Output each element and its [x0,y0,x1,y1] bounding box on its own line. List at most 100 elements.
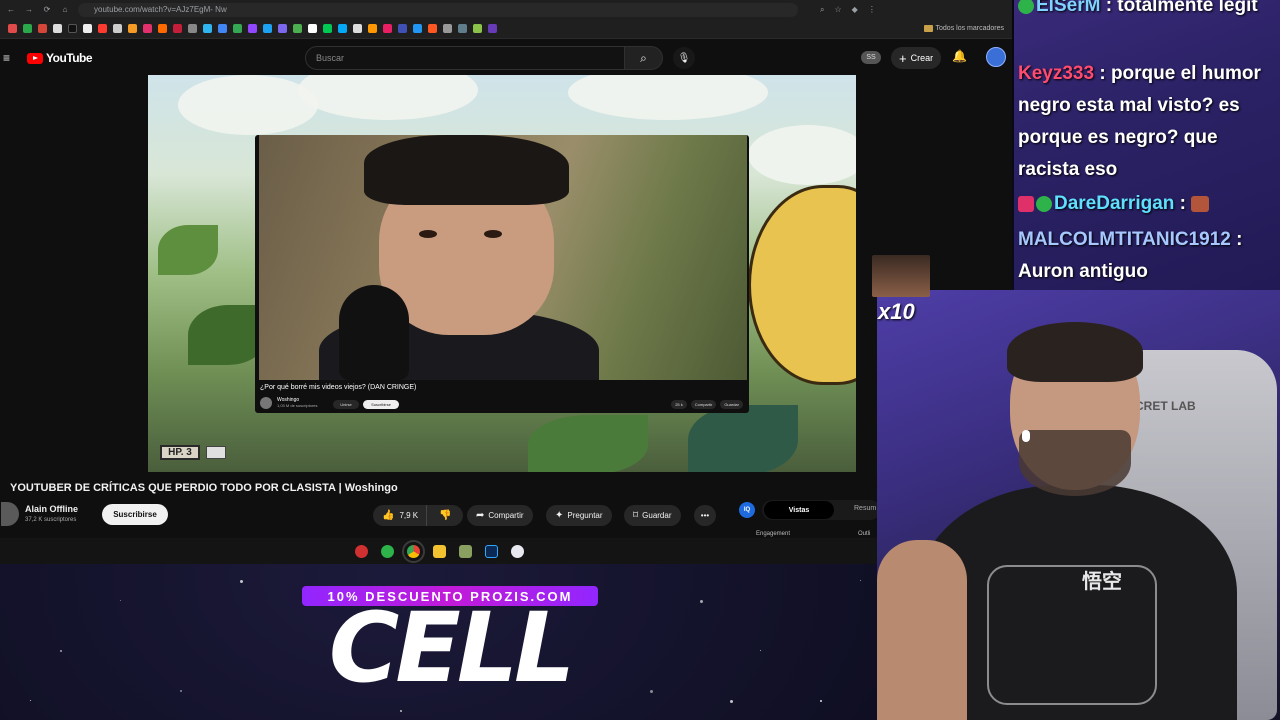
bookmark-icon[interactable] [398,24,407,33]
photoshop-icon[interactable] [484,544,498,558]
home-icon[interactable]: ⌂ [60,5,70,14]
bookmark-icon[interactable] [488,24,497,33]
notifications-bell-icon[interactable]: 🔔 [952,49,967,63]
extension-icon[interactable]: ◆ [852,5,858,15]
tab-summary[interactable]: Resum [854,505,876,512]
star-shape [30,700,31,701]
app-icon[interactable] [458,544,472,558]
share-icon: ➦ [476,510,485,521]
gmail-icon[interactable] [38,24,47,33]
extensions-area: ⌕ ☆ ◆ ⋮ [820,5,876,15]
dislike-button[interactable]: 👎 [431,510,459,521]
all-bookmarks-folder[interactable]: Todos los marcadores [923,25,1004,32]
more-actions-button[interactable]: ••• [694,505,716,526]
ss-badge[interactable]: SS [861,51,881,64]
tiktok-icon[interactable] [68,24,77,33]
cloud-shape [568,75,768,120]
bookmark-icon[interactable] [413,24,422,33]
x10-emote: x10 [872,255,930,325]
overlay-big-text: CELL [328,592,575,704]
search-button[interactable]: ⌕ [625,46,663,70]
back-icon[interactable]: ← [6,5,16,14]
inner-likes: 25 k [671,400,687,409]
bookmark-icon[interactable] [158,24,167,33]
star-shape [730,700,733,703]
chat-text: : [1174,193,1192,214]
bookmark-icon[interactable] [278,24,287,33]
bookmark-icon[interactable] [383,24,392,33]
tab-views[interactable]: Vistas [764,501,834,519]
bookmark-icon[interactable] [353,24,362,33]
forward-icon[interactable]: → [24,5,34,14]
account-avatar[interactable] [986,47,1006,67]
zoom-icon[interactable]: ⌕ [820,5,824,15]
bookmark-icon[interactable] [8,24,17,33]
like-button[interactable]: 👍 7,9 K [373,505,428,526]
bookmark-icon[interactable] [293,24,302,33]
voice-search-button[interactable]: 🎙 [673,47,695,69]
youtube-bookmark-icon[interactable] [98,24,107,33]
hp-indicator: HP. 3 [160,445,200,460]
bookmark-icon[interactable] [443,24,452,33]
os-taskbar [0,538,878,564]
bookmark-icon[interactable] [173,24,182,33]
bookmark-icon[interactable] [188,24,197,33]
video-player[interactable]: HP. 3 ¿Por qué borré mis videos viejos? … [148,75,856,472]
chrome-icon[interactable] [401,539,425,563]
emote-image [872,255,930,297]
hamburger-menu-icon[interactable]: ≡ [3,51,15,65]
ask-button[interactable]: ✦ Preguntar [546,505,612,526]
bookmark-icon[interactable] [128,24,137,33]
app-icon[interactable] [510,544,524,558]
star-shape [240,580,243,583]
address-bar[interactable]: youtube.com/watch?v=AJz7EgM- Nw [78,2,798,17]
search-input[interactable] [305,46,625,70]
bookmark-icon[interactable] [263,24,272,33]
channel-name[interactable]: Alain Offline [25,504,78,514]
star-shape [180,690,182,692]
bookmark-icon[interactable] [53,24,62,33]
bookmark-icon[interactable] [428,24,437,33]
bookmark-icon[interactable] [308,24,317,33]
bookmark-icon[interactable] [83,24,92,33]
instagram-icon[interactable] [143,24,152,33]
inner-subscribe-button: Suscribirse [363,400,399,409]
channel-avatar[interactable] [1,502,19,526]
save-button[interactable]: ⌑ Guardar [624,505,681,526]
bookmark-icon[interactable] [458,24,467,33]
chat-username: DareDarrigan [1054,193,1175,214]
folder-icon[interactable] [432,544,446,558]
bookmark-icon[interactable] [233,24,242,33]
menu-dots-icon[interactable]: ⋮ [868,5,876,15]
shirt-kanji: 悟空 [1082,569,1122,593]
app-icon[interactable] [354,544,368,558]
twitch-icon[interactable] [248,24,257,33]
bookmark-icon: ⌑ [633,510,639,521]
thumbs-up-icon: 👍 [382,510,395,521]
save-label: Guardar [642,511,672,520]
create-button[interactable]: + Crear [891,47,942,69]
bookmark-icon[interactable] [203,24,212,33]
emote-multiplier: x10 [878,299,915,324]
subscribe-button[interactable]: Suscribirse [102,504,168,525]
bookmark-icon[interactable] [23,24,32,33]
bookmark-star-icon[interactable]: ☆ [834,5,841,15]
bookmark-icon[interactable] [473,24,482,33]
bookmarks-bar: Todos los marcadores [0,19,1012,39]
reload-icon[interactable]: ⟳ [42,5,52,14]
chat-message: ElSerM : totalmente legit [1018,0,1280,22]
iq-extension-icon[interactable]: IQ [739,502,755,518]
bookmark-icon[interactable] [323,24,332,33]
bookmark-icon[interactable] [338,24,347,33]
bookmark-icon[interactable] [113,24,122,33]
app-icon[interactable] [380,544,394,558]
youtube-logo[interactable]: YouTube [27,51,93,65]
channel-subscribers: 37,2 K suscriptores [25,517,77,523]
chat-username: Keyz333 [1018,63,1095,84]
star-shape [120,600,121,601]
chat-message: Keyz333 : porque el humor negro esta mal… [1018,58,1280,186]
bookmark-icon[interactable] [368,24,377,33]
foliage-shape [528,415,648,472]
bookmark-icon[interactable] [218,24,227,33]
share-button[interactable]: ➦ Compartir [467,505,533,526]
